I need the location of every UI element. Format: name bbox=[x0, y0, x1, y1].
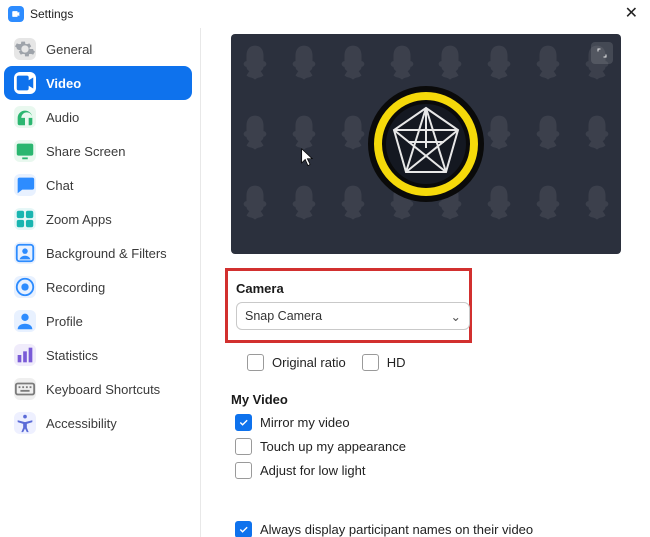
mirror-my-video-checkbox[interactable]: Mirror my video bbox=[235, 414, 626, 431]
snap-camera-lens-graphic bbox=[366, 84, 486, 204]
screen-icon bbox=[14, 140, 36, 162]
video-preview bbox=[231, 34, 621, 254]
ghost-pattern-row bbox=[231, 42, 621, 86]
sidebar-item-audio[interactable]: Audio bbox=[4, 100, 192, 134]
checkbox-box bbox=[247, 354, 264, 371]
content-scroll[interactable]: Camera Snap Camera ⌄ Original ratio HD bbox=[201, 28, 650, 537]
hd-checkbox[interactable]: HD bbox=[362, 354, 406, 371]
camera-options-row: Original ratio HD bbox=[247, 347, 626, 378]
user-frame-icon bbox=[14, 242, 36, 264]
ghost-icon bbox=[238, 42, 272, 86]
sidebar-item-label: General bbox=[46, 42, 92, 57]
ghost-icon bbox=[433, 42, 467, 86]
ghost-icon bbox=[336, 112, 370, 156]
sidebar-item-label: Zoom Apps bbox=[46, 212, 112, 227]
sidebar-item-statistics[interactable]: Statistics bbox=[4, 338, 192, 372]
headphones-icon bbox=[14, 106, 36, 128]
camera-select-value: Snap Camera bbox=[245, 309, 322, 323]
sidebar-item-label: Video bbox=[46, 76, 81, 91]
sidebar-item-background-filters[interactable]: Background & Filters bbox=[4, 236, 192, 270]
sidebar-item-recording[interactable]: Recording bbox=[4, 270, 192, 304]
ghost-icon bbox=[287, 182, 321, 226]
sidebar-item-label: Profile bbox=[46, 314, 83, 329]
ghost-icon bbox=[336, 42, 370, 86]
touch-up-appearance-checkbox[interactable]: Touch up my appearance bbox=[235, 438, 626, 455]
sidebar-item-label: Keyboard Shortcuts bbox=[46, 382, 160, 397]
video-icon bbox=[14, 72, 36, 94]
profile-icon bbox=[14, 310, 36, 332]
sidebar-item-video[interactable]: Video bbox=[4, 66, 192, 100]
original-ratio-checkbox[interactable]: Original ratio bbox=[247, 354, 346, 371]
adjust-low-light-checkbox[interactable]: Adjust for low light bbox=[235, 462, 626, 479]
ghost-icon bbox=[287, 42, 321, 86]
ghost-icon bbox=[531, 42, 565, 86]
chevron-down-icon: ⌄ bbox=[451, 309, 461, 324]
camera-select[interactable]: Snap Camera ⌄ bbox=[236, 302, 470, 330]
window-title: Settings bbox=[30, 7, 73, 21]
apps-icon bbox=[14, 208, 36, 230]
ghost-icon bbox=[238, 112, 272, 156]
checkbox-box bbox=[235, 462, 252, 479]
checkbox-box bbox=[362, 354, 379, 371]
sidebar-item-general[interactable]: General bbox=[4, 32, 192, 66]
checkbox-box-checked bbox=[235, 414, 252, 431]
chat-icon bbox=[14, 174, 36, 196]
titlebar-left: Settings bbox=[8, 6, 73, 22]
adjust-low-light-label: Adjust for low light bbox=[260, 463, 366, 478]
display-participant-names-checkbox[interactable]: Always display participant names on thei… bbox=[235, 521, 626, 537]
zoom-app-icon bbox=[8, 6, 24, 22]
record-icon bbox=[14, 276, 36, 298]
stats-icon bbox=[14, 344, 36, 366]
titlebar: Settings ✕ bbox=[0, 0, 650, 28]
ghost-icon bbox=[531, 112, 565, 156]
sidebar-item-label: Recording bbox=[46, 280, 105, 295]
sidebar: General Video Audio Share Screen Chat Zoom Ap… bbox=[0, 28, 201, 537]
original-ratio-label: Original ratio bbox=[272, 355, 346, 370]
content-area: Camera Snap Camera ⌄ Original ratio HD bbox=[201, 28, 650, 537]
ghost-icon bbox=[482, 182, 516, 226]
mirror-my-video-label: Mirror my video bbox=[260, 415, 350, 430]
cursor-icon bbox=[301, 148, 315, 171]
my-video-heading: My Video bbox=[231, 392, 626, 407]
sidebar-item-accessibility[interactable]: Accessibility bbox=[4, 406, 192, 440]
gear-icon bbox=[14, 38, 36, 60]
camera-highlight-box: Camera Snap Camera ⌄ bbox=[225, 268, 472, 343]
sidebar-item-chat[interactable]: Chat bbox=[4, 168, 192, 202]
checkbox-box bbox=[235, 438, 252, 455]
sidebar-item-label: Audio bbox=[46, 110, 79, 125]
sidebar-item-share-screen[interactable]: Share Screen bbox=[4, 134, 192, 168]
ghost-icon bbox=[385, 42, 419, 86]
camera-heading: Camera bbox=[236, 281, 461, 296]
accessibility-icon bbox=[14, 412, 36, 434]
sidebar-item-label: Background & Filters bbox=[46, 246, 167, 261]
sidebar-item-label: Accessibility bbox=[46, 416, 117, 431]
ghost-icon bbox=[580, 112, 614, 156]
sidebar-item-label: Statistics bbox=[46, 348, 98, 363]
hd-label: HD bbox=[387, 355, 406, 370]
sidebar-item-profile[interactable]: Profile bbox=[4, 304, 192, 338]
ghost-icon bbox=[531, 182, 565, 226]
expand-preview-button[interactable] bbox=[591, 42, 613, 64]
ghost-icon bbox=[482, 112, 516, 156]
sidebar-item-keyboard-shortcuts[interactable]: Keyboard Shortcuts bbox=[4, 372, 192, 406]
sidebar-item-label: Share Screen bbox=[46, 144, 126, 159]
ghost-icon bbox=[336, 182, 370, 226]
close-button[interactable]: ✕ bbox=[621, 4, 642, 24]
settings-window: { "window": { "title": "Settings" }, "si… bbox=[0, 0, 650, 537]
checkbox-box-checked bbox=[235, 521, 252, 537]
sidebar-item-label: Chat bbox=[46, 178, 73, 193]
display-participant-names-label: Always display participant names on thei… bbox=[260, 522, 533, 537]
ghost-icon bbox=[482, 42, 516, 86]
window-body: General Video Audio Share Screen Chat Zoom Ap… bbox=[0, 28, 650, 537]
touch-up-appearance-label: Touch up my appearance bbox=[260, 439, 406, 454]
sidebar-item-zoom-apps[interactable]: Zoom Apps bbox=[4, 202, 192, 236]
keyboard-icon bbox=[14, 378, 36, 400]
ghost-icon bbox=[238, 182, 272, 226]
ghost-icon bbox=[580, 182, 614, 226]
